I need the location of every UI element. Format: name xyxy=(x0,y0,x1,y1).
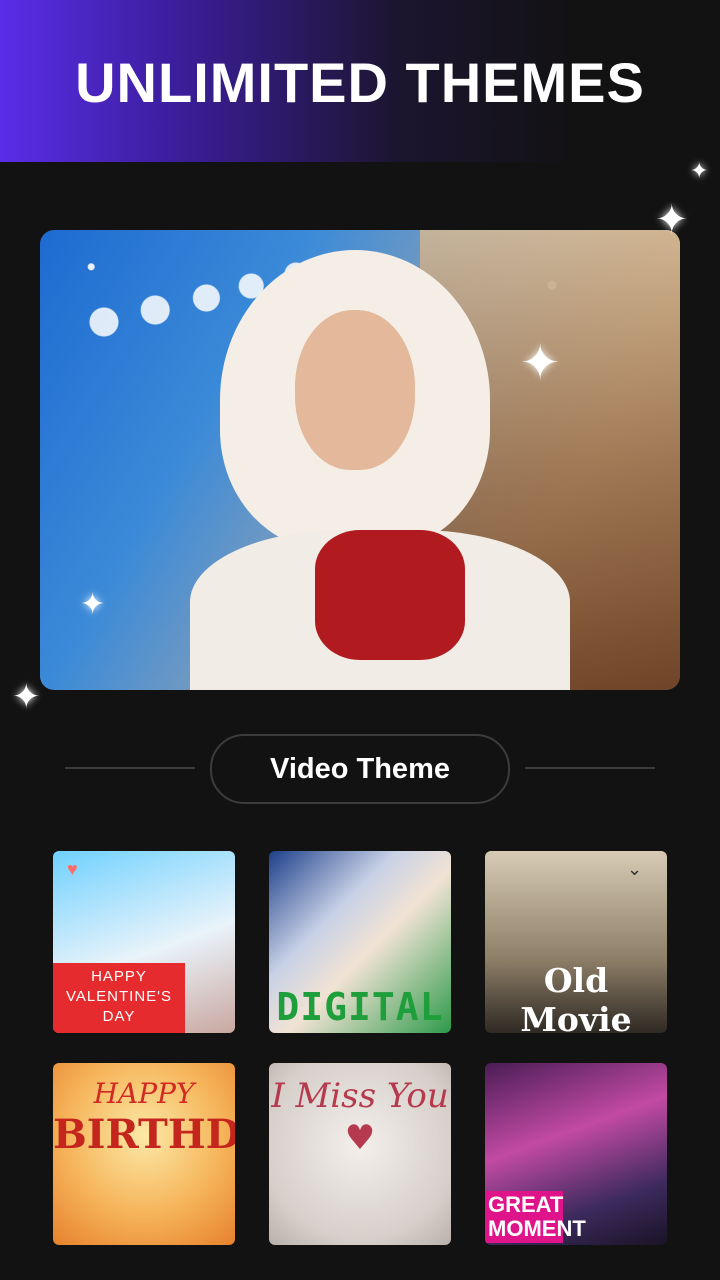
thumbnail-label: Old Movie xyxy=(520,961,632,1033)
theme-thumbnail-miss-you[interactable]: I Miss You ♥ xyxy=(269,1063,451,1245)
thumbnail-label: HAPPY VALENTINE'S DAY xyxy=(53,963,185,1033)
theme-thumbnail-old-movie[interactable]: ⌄ Old Movie xyxy=(485,851,667,1033)
thumbnail-label: I Miss You ♥ xyxy=(271,1076,449,1158)
theme-thumbnail-digital[interactable]: DIGITAL xyxy=(269,851,451,1033)
chevron-down-icon: ⌄ xyxy=(627,859,643,879)
sparkle-icon: ✦ xyxy=(655,198,689,242)
thumbnail-label: DIGITAL xyxy=(276,985,444,1029)
thumbnail-label: BIRTHDAY xyxy=(53,1111,235,1158)
heart-icon: ♥ xyxy=(67,859,78,879)
page-title: UNLIMITED THEMES xyxy=(75,51,645,114)
video-theme-button[interactable]: Video Theme xyxy=(210,734,510,804)
thumbnail-label-small: HAPPY xyxy=(93,1077,195,1110)
divider-left xyxy=(65,767,195,769)
divider-right xyxy=(525,767,655,769)
hero-preview-image: ✦ ✦ xyxy=(40,230,680,690)
thumbnail-label: GREAT MOMENT xyxy=(485,1191,586,1243)
sparkle-icon: ✦ xyxy=(80,588,106,621)
theme-thumbnail-birthday[interactable]: HAPPY BIRTHDAY xyxy=(53,1063,235,1245)
sparkle-icon: ✦ xyxy=(690,158,709,183)
red-mittens xyxy=(315,530,465,660)
face xyxy=(295,310,415,470)
sparkle-icon: ✦ xyxy=(12,678,41,716)
theme-thumbnail-valentine[interactable]: ♥ HAPPY VALENTINE'S DAY xyxy=(53,851,235,1033)
sparkle-icon: ✦ xyxy=(520,337,561,390)
theme-thumbnail-great-moment[interactable]: GREAT MOMENT xyxy=(485,1063,667,1245)
